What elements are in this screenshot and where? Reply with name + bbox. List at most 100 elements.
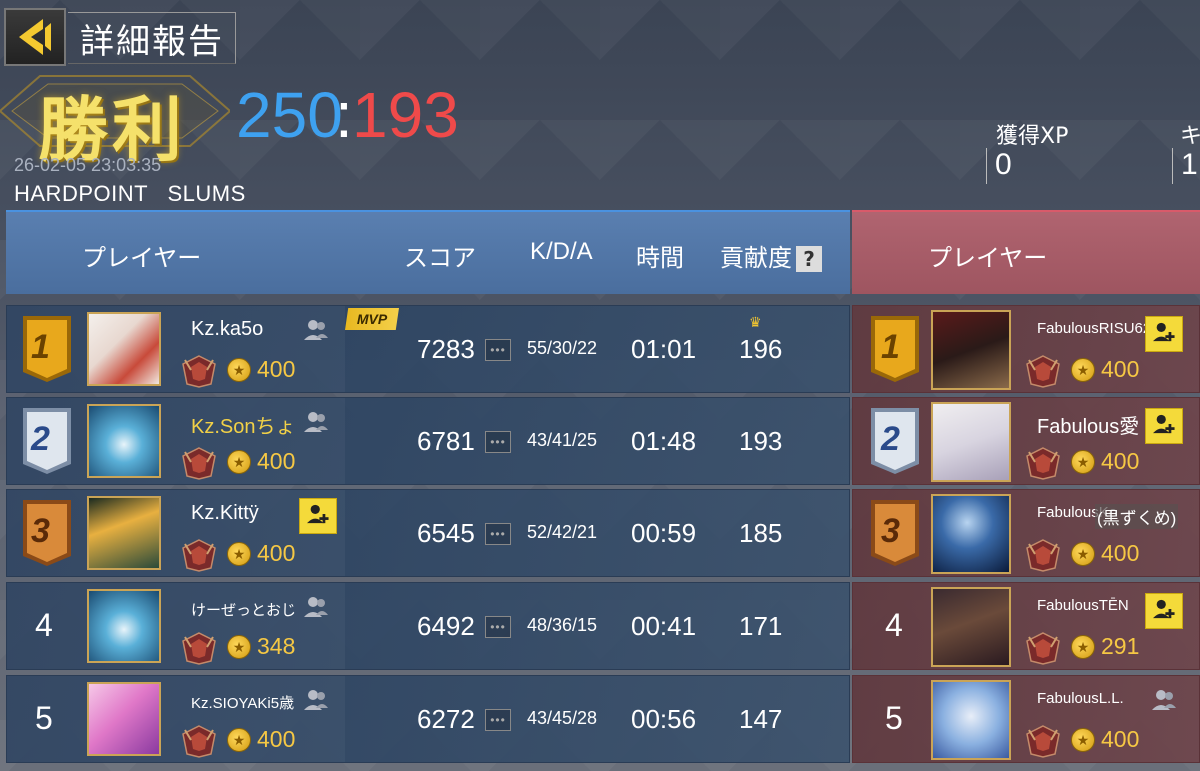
rank-emblem-icon bbox=[181, 538, 217, 572]
rank-number: 2 bbox=[881, 420, 900, 458]
player-score: 6272 bbox=[417, 704, 475, 734]
coin-value: 400 bbox=[257, 448, 296, 474]
col-contribution: 貢献度? bbox=[720, 238, 822, 273]
player-time: 00:59 bbox=[631, 518, 697, 548]
rank-number: 3 bbox=[881, 512, 900, 550]
player-contribution: 185 bbox=[739, 518, 783, 548]
coin-icon: ★ bbox=[1071, 358, 1095, 382]
add-friend-button[interactable] bbox=[1145, 408, 1183, 444]
add-friend-button[interactable] bbox=[299, 498, 337, 534]
coin-icon: ★ bbox=[1071, 635, 1095, 659]
add-friend-button[interactable] bbox=[1145, 316, 1183, 352]
coin-value: 291 bbox=[1101, 633, 1140, 659]
more-options-button[interactable]: ••• bbox=[485, 709, 511, 731]
more-options-button[interactable]: ••• bbox=[485, 523, 511, 545]
player-time: 01:48 bbox=[631, 426, 697, 456]
rank-emblem-icon bbox=[181, 724, 217, 758]
player-name: Kz.SIOYAKi5歳 bbox=[191, 695, 295, 712]
more-options-button[interactable]: ••• bbox=[485, 431, 511, 453]
rank-number: 5 bbox=[35, 700, 53, 736]
avatar[interactable] bbox=[87, 312, 161, 386]
add-friend-icon bbox=[306, 503, 330, 530]
rank-number: 4 bbox=[885, 607, 903, 643]
coin-value: 400 bbox=[257, 356, 296, 382]
player-name: FabulousL.L. bbox=[1037, 690, 1124, 707]
avatar[interactable] bbox=[87, 682, 161, 756]
score-blue-team: 250 bbox=[236, 79, 343, 151]
add-friend-icon bbox=[1152, 413, 1176, 440]
friend-icon[interactable] bbox=[303, 410, 329, 434]
coin-value: 400 bbox=[1101, 540, 1140, 566]
avatar[interactable] bbox=[87, 496, 161, 570]
avatar[interactable] bbox=[931, 494, 1011, 574]
friend-icon[interactable] bbox=[303, 688, 329, 712]
back-button[interactable] bbox=[4, 8, 66, 66]
coin-value: 400 bbox=[1101, 726, 1140, 752]
friend-icon[interactable] bbox=[303, 318, 329, 342]
player-name: Kz.Sonちょ bbox=[191, 416, 296, 438]
red-player-row[interactable]: 3 FabulousKo (黒ずくめ) ★ 400 bbox=[852, 489, 1200, 577]
avatar[interactable] bbox=[931, 587, 1011, 667]
red-player-row[interactable]: 4 FabulousTĒN ★ 291 bbox=[852, 582, 1200, 670]
coin-icon: ★ bbox=[227, 728, 251, 752]
player-name: Kz.Kittÿ bbox=[191, 502, 259, 524]
blue-player-row[interactable]: 2 Kz.Sonちょ ★ 400 6781 ••• 43/41/25 01:48… bbox=[6, 397, 850, 485]
friend-icon[interactable] bbox=[303, 595, 329, 619]
blue-player-row[interactable]: 5 Kz.SIOYAKi5歳 ★ 400 6272 ••• 43/45/28 0… bbox=[6, 675, 850, 763]
blue-player-row[interactable]: 3 Kz.Kittÿ ★ 400 6545 ••• 52/42/21 00:59… bbox=[6, 489, 850, 577]
coin-icon: ★ bbox=[1071, 728, 1095, 752]
player-contribution: 171 bbox=[739, 611, 783, 641]
avatar[interactable] bbox=[931, 310, 1011, 390]
score-separator: : bbox=[335, 79, 353, 151]
blue-player-row[interactable]: 4 けーぜっとおじ ★ 348 6492 ••• 48/36/15 00:41 … bbox=[6, 582, 850, 670]
player-name: FabulousRISU62 bbox=[1037, 320, 1152, 337]
friend-icon[interactable] bbox=[1151, 688, 1177, 712]
player-score: 7283 bbox=[417, 334, 475, 364]
coin-icon: ★ bbox=[1071, 450, 1095, 474]
avatar[interactable] bbox=[87, 589, 161, 663]
add-friend-button[interactable] bbox=[1145, 593, 1183, 629]
player-kda: 48/36/15 bbox=[527, 615, 598, 635]
avatar[interactable] bbox=[87, 404, 161, 478]
stat-label-cutoff: キ bbox=[1180, 124, 1200, 149]
coin-value: 400 bbox=[257, 726, 296, 752]
more-options-button[interactable]: ••• bbox=[485, 339, 511, 361]
rank-number: 1 bbox=[881, 328, 900, 366]
rank-number: 5 bbox=[885, 700, 903, 736]
blue-player-row[interactable]: 1 Kz.ka5o ★ 400 MVP 7283 ••• 55/30/22 01… bbox=[6, 305, 850, 393]
player-name: Fabulous愛 bbox=[1037, 416, 1140, 438]
more-options-button[interactable]: ••• bbox=[485, 616, 511, 638]
xp-label: 獲得XP bbox=[996, 124, 1069, 149]
add-friend-icon bbox=[1152, 321, 1176, 348]
rank-emblem-icon bbox=[1025, 446, 1061, 480]
match-datetime: 26-02-05 23:03:35 bbox=[14, 155, 162, 175]
player-time: 01:01 bbox=[631, 334, 697, 364]
name-overlay-text: (黒ずくめ) bbox=[1095, 504, 1179, 529]
xp-value: 0 bbox=[986, 148, 1012, 184]
player-score: 6492 bbox=[417, 611, 475, 641]
coin-icon: ★ bbox=[227, 542, 251, 566]
back-arrow-icon bbox=[19, 19, 51, 55]
help-icon[interactable]: ? bbox=[796, 246, 822, 272]
rank-emblem-icon bbox=[1025, 354, 1061, 388]
red-player-row[interactable]: 2 Fabulous愛 ★ 400 bbox=[852, 397, 1200, 485]
rank-emblem-icon bbox=[181, 354, 217, 388]
score-red-team: 193 bbox=[352, 79, 459, 151]
coin-icon: ★ bbox=[1071, 542, 1095, 566]
red-player-row[interactable]: 5 FabulousL.L. ★ 400 bbox=[852, 675, 1200, 763]
red-player-row[interactable]: 1 FabulousRISU62 ★ 400 bbox=[852, 305, 1200, 393]
blue-team-header: プレイヤー スコア K/D/A 時間 貢献度? bbox=[6, 210, 850, 294]
coin-value: 400 bbox=[257, 540, 296, 566]
rank-emblem-icon bbox=[1025, 724, 1061, 758]
player-time: 00:41 bbox=[631, 611, 697, 641]
coin-icon: ★ bbox=[227, 635, 251, 659]
player-name: Kz.ka5o bbox=[191, 318, 264, 340]
rank-number: 3 bbox=[31, 512, 50, 550]
col-enemy-player: プレイヤー bbox=[928, 244, 1048, 272]
player-contribution: 147 bbox=[739, 704, 783, 734]
coin-icon: ★ bbox=[227, 450, 251, 474]
avatar[interactable] bbox=[931, 402, 1011, 482]
avatar[interactable] bbox=[931, 680, 1011, 760]
add-friend-icon bbox=[1152, 598, 1176, 625]
col-score: スコア bbox=[404, 244, 476, 272]
